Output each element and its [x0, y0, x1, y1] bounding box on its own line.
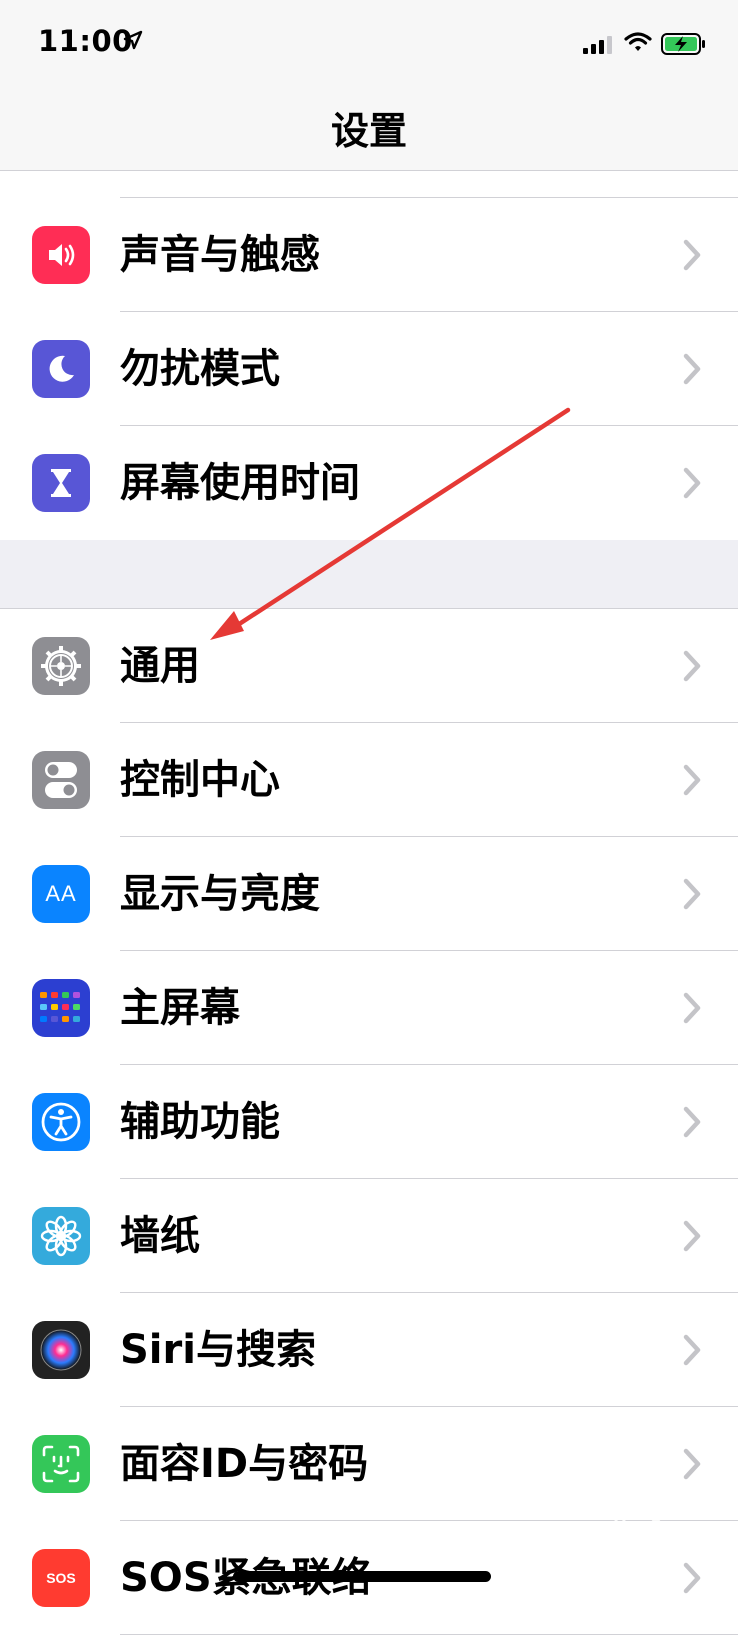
settings-row-label: 辅助功能	[120, 1099, 280, 1145]
settings-row-label: 声音与触感	[120, 232, 320, 278]
chevron-right-icon	[683, 878, 701, 910]
cellular-signal-icon	[583, 36, 612, 54]
navigation-bar: 11:00 设置	[0, 0, 738, 171]
settings-row-label: 墙纸	[120, 1213, 200, 1259]
settings-row-screen-time[interactable]: 屏幕使用时间	[0, 426, 738, 540]
settings-row-label: 面容ID与密码	[120, 1441, 369, 1487]
siri-icon	[32, 1321, 90, 1379]
sos-icon: SOS	[32, 1549, 90, 1607]
settings-row-label: 勿扰模式	[120, 346, 280, 392]
location-arrow-icon	[123, 30, 143, 50]
settings-row-sounds[interactable]: 声音与触感	[0, 198, 738, 312]
settings-row-label: 屏幕使用时间	[120, 460, 360, 506]
chevron-right-icon	[683, 1334, 701, 1366]
chevron-right-icon	[683, 239, 701, 271]
settings-row-home-screen[interactable]: 主屏幕	[0, 951, 738, 1065]
chevron-right-icon	[683, 1220, 701, 1252]
chevron-right-icon	[683, 1106, 701, 1138]
toggles-icon	[32, 751, 90, 809]
svg-text:SOS: SOS	[46, 1570, 76, 1586]
baidu-watermark	[568, 1500, 708, 1574]
chevron-right-icon	[683, 467, 701, 499]
settings-row-wallpaper[interactable]: 墙纸	[0, 1179, 738, 1293]
settings-row-control-center[interactable]: 控制中心	[0, 723, 738, 837]
settings-row-general[interactable]: 通用	[0, 609, 738, 723]
flower-icon	[32, 1207, 90, 1265]
battery-charging-icon	[661, 33, 705, 55]
settings-row-label: 显示与亮度	[120, 871, 320, 917]
settings-row-siri[interactable]: Siri与搜索	[0, 1293, 738, 1407]
settings-row-display[interactable]: AA 显示与亮度	[0, 837, 738, 951]
face-id-icon	[32, 1435, 90, 1493]
gear-icon	[32, 637, 90, 695]
settings-row-accessibility[interactable]: 辅助功能	[0, 1065, 738, 1179]
settings-row-label: 通用	[120, 643, 200, 689]
chevron-right-icon	[683, 764, 701, 796]
baidu-paw-icon	[614, 1500, 662, 1544]
app-grid-icon	[32, 979, 90, 1037]
home-indicator	[233, 1571, 491, 1582]
chevron-right-icon	[683, 650, 701, 682]
chevron-right-icon	[683, 992, 701, 1024]
text-size-icon-label: AA	[45, 881, 77, 906]
page-title: 设置	[330, 109, 407, 153]
accessibility-icon	[32, 1093, 90, 1151]
settings-row-label: 主屏幕	[120, 985, 240, 1031]
wifi-icon	[624, 32, 652, 51]
settings-row-label: 控制中心	[120, 757, 280, 803]
moon-icon	[32, 340, 90, 398]
speaker-icon	[32, 226, 90, 284]
settings-row-dnd[interactable]: 勿扰模式	[0, 312, 738, 426]
chevron-right-icon	[683, 1448, 701, 1480]
settings-row-label: Siri与搜索	[120, 1327, 316, 1373]
settings-group-main: 通用控制中心AA显示与亮度主屏幕辅助功能墙纸Siri与搜索面容ID与密码SOSS…	[0, 608, 738, 1635]
text-size-icon: AA	[32, 865, 90, 923]
hourglass-icon	[32, 454, 90, 512]
settings-group-top: 声音与触感勿扰模式屏幕使用时间	[0, 170, 738, 540]
chevron-right-icon	[683, 353, 701, 385]
status-time: 11:00	[38, 24, 133, 58]
